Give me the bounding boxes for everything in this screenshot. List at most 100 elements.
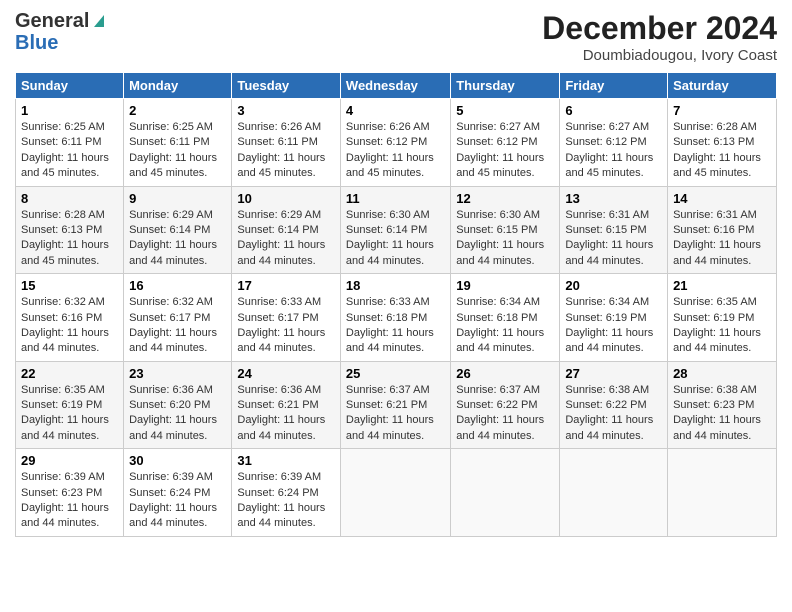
calendar-day-cell: 6 Sunrise: 6:27 AMSunset: 6:12 PMDayligh…: [560, 99, 668, 187]
day-info: Sunrise: 6:37 AMSunset: 6:21 PMDaylight:…: [346, 384, 434, 442]
day-info: Sunrise: 6:39 AMSunset: 6:24 PMDaylight:…: [237, 471, 325, 529]
day-info: Sunrise: 6:36 AMSunset: 6:20 PMDaylight:…: [129, 384, 217, 442]
day-number: 22: [21, 366, 118, 381]
logo: General Blue: [15, 10, 108, 54]
day-info: Sunrise: 6:35 AMSunset: 6:19 PMDaylight:…: [673, 296, 761, 354]
calendar-day-cell: [451, 449, 560, 537]
day-number: 16: [129, 278, 226, 293]
day-info: Sunrise: 6:34 AMSunset: 6:19 PMDaylight:…: [565, 296, 653, 354]
day-info: Sunrise: 6:27 AMSunset: 6:12 PMDaylight:…: [565, 121, 653, 179]
calendar-day-cell: 29 Sunrise: 6:39 AMSunset: 6:23 PMDaylig…: [16, 449, 124, 537]
day-info: Sunrise: 6:33 AMSunset: 6:17 PMDaylight:…: [237, 296, 325, 354]
day-number: 4: [346, 103, 445, 118]
day-info: Sunrise: 6:31 AMSunset: 6:16 PMDaylight:…: [673, 209, 761, 267]
day-number: 27: [565, 366, 662, 381]
day-number: 28: [673, 366, 771, 381]
day-info: Sunrise: 6:27 AMSunset: 6:12 PMDaylight:…: [456, 121, 544, 179]
calendar-day-cell: 23 Sunrise: 6:36 AMSunset: 6:20 PMDaylig…: [124, 361, 232, 449]
calendar-day-cell: 8 Sunrise: 6:28 AMSunset: 6:13 PMDayligh…: [16, 186, 124, 274]
weekday-header-cell: Tuesday: [232, 73, 341, 99]
day-number: 18: [346, 278, 445, 293]
day-info: Sunrise: 6:32 AMSunset: 6:17 PMDaylight:…: [129, 296, 217, 354]
calendar-week-row: 29 Sunrise: 6:39 AMSunset: 6:23 PMDaylig…: [16, 449, 777, 537]
day-info: Sunrise: 6:36 AMSunset: 6:21 PMDaylight:…: [237, 384, 325, 442]
weekday-header-cell: Wednesday: [340, 73, 450, 99]
day-info: Sunrise: 6:30 AMSunset: 6:15 PMDaylight:…: [456, 209, 544, 267]
day-number: 10: [237, 191, 335, 206]
day-number: 5: [456, 103, 554, 118]
logo-general: General: [15, 10, 89, 32]
calendar-day-cell: 27 Sunrise: 6:38 AMSunset: 6:22 PMDaylig…: [560, 361, 668, 449]
calendar-day-cell: 13 Sunrise: 6:31 AMSunset: 6:15 PMDaylig…: [560, 186, 668, 274]
calendar-day-cell: [340, 449, 450, 537]
location-title: Doumbiadougou, Ivory Coast: [542, 47, 777, 64]
calendar-day-cell: 3 Sunrise: 6:26 AMSunset: 6:11 PMDayligh…: [232, 99, 341, 187]
weekday-header-row: SundayMondayTuesdayWednesdayThursdayFrid…: [16, 73, 777, 99]
day-info: Sunrise: 6:28 AMSunset: 6:13 PMDaylight:…: [21, 209, 109, 267]
day-number: 13: [565, 191, 662, 206]
day-number: 1: [21, 103, 118, 118]
weekday-header-cell: Saturday: [668, 73, 777, 99]
day-number: 12: [456, 191, 554, 206]
calendar-table: SundayMondayTuesdayWednesdayThursdayFrid…: [15, 72, 777, 537]
day-info: Sunrise: 6:29 AMSunset: 6:14 PMDaylight:…: [237, 209, 325, 267]
day-number: 15: [21, 278, 118, 293]
calendar-day-cell: 25 Sunrise: 6:37 AMSunset: 6:21 PMDaylig…: [340, 361, 450, 449]
day-info: Sunrise: 6:35 AMSunset: 6:19 PMDaylight:…: [21, 384, 109, 442]
day-number: 3: [237, 103, 335, 118]
weekday-header-cell: Thursday: [451, 73, 560, 99]
calendar-week-row: 1 Sunrise: 6:25 AMSunset: 6:11 PMDayligh…: [16, 99, 777, 187]
day-info: Sunrise: 6:30 AMSunset: 6:14 PMDaylight:…: [346, 209, 434, 267]
day-number: 24: [237, 366, 335, 381]
calendar-day-cell: 14 Sunrise: 6:31 AMSunset: 6:16 PMDaylig…: [668, 186, 777, 274]
calendar-day-cell: 24 Sunrise: 6:36 AMSunset: 6:21 PMDaylig…: [232, 361, 341, 449]
calendar-week-row: 22 Sunrise: 6:35 AMSunset: 6:19 PMDaylig…: [16, 361, 777, 449]
day-info: Sunrise: 6:28 AMSunset: 6:13 PMDaylight:…: [673, 121, 761, 179]
day-info: Sunrise: 6:37 AMSunset: 6:22 PMDaylight:…: [456, 384, 544, 442]
calendar-day-cell: 15 Sunrise: 6:32 AMSunset: 6:16 PMDaylig…: [16, 274, 124, 362]
day-info: Sunrise: 6:25 AMSunset: 6:11 PMDaylight:…: [129, 121, 217, 179]
day-info: Sunrise: 6:38 AMSunset: 6:23 PMDaylight:…: [673, 384, 761, 442]
day-number: 2: [129, 103, 226, 118]
calendar-day-cell: 4 Sunrise: 6:26 AMSunset: 6:12 PMDayligh…: [340, 99, 450, 187]
day-number: 11: [346, 191, 445, 206]
calendar-day-cell: 31 Sunrise: 6:39 AMSunset: 6:24 PMDaylig…: [232, 449, 341, 537]
calendar-day-cell: [668, 449, 777, 537]
day-info: Sunrise: 6:29 AMSunset: 6:14 PMDaylight:…: [129, 209, 217, 267]
day-info: Sunrise: 6:32 AMSunset: 6:16 PMDaylight:…: [21, 296, 109, 354]
day-info: Sunrise: 6:31 AMSunset: 6:15 PMDaylight:…: [565, 209, 653, 267]
calendar-day-cell: 12 Sunrise: 6:30 AMSunset: 6:15 PMDaylig…: [451, 186, 560, 274]
calendar-day-cell: 20 Sunrise: 6:34 AMSunset: 6:19 PMDaylig…: [560, 274, 668, 362]
day-info: Sunrise: 6:26 AMSunset: 6:11 PMDaylight:…: [237, 121, 325, 179]
day-number: 14: [673, 191, 771, 206]
calendar-day-cell: 22 Sunrise: 6:35 AMSunset: 6:19 PMDaylig…: [16, 361, 124, 449]
calendar-week-row: 8 Sunrise: 6:28 AMSunset: 6:13 PMDayligh…: [16, 186, 777, 274]
weekday-header-cell: Friday: [560, 73, 668, 99]
page-header: General Blue December 2024 Doumbiadougou…: [15, 10, 777, 64]
calendar-day-cell: 9 Sunrise: 6:29 AMSunset: 6:14 PMDayligh…: [124, 186, 232, 274]
day-number: 21: [673, 278, 771, 293]
day-number: 8: [21, 191, 118, 206]
day-number: 9: [129, 191, 226, 206]
day-number: 25: [346, 366, 445, 381]
day-number: 17: [237, 278, 335, 293]
calendar-day-cell: 18 Sunrise: 6:33 AMSunset: 6:18 PMDaylig…: [340, 274, 450, 362]
day-info: Sunrise: 6:39 AMSunset: 6:24 PMDaylight:…: [129, 471, 217, 529]
day-info: Sunrise: 6:34 AMSunset: 6:18 PMDaylight:…: [456, 296, 544, 354]
calendar-day-cell: [560, 449, 668, 537]
day-number: 26: [456, 366, 554, 381]
calendar-day-cell: 21 Sunrise: 6:35 AMSunset: 6:19 PMDaylig…: [668, 274, 777, 362]
day-info: Sunrise: 6:38 AMSunset: 6:22 PMDaylight:…: [565, 384, 653, 442]
calendar-body: 1 Sunrise: 6:25 AMSunset: 6:11 PMDayligh…: [16, 99, 777, 537]
day-number: 23: [129, 366, 226, 381]
calendar-day-cell: 28 Sunrise: 6:38 AMSunset: 6:23 PMDaylig…: [668, 361, 777, 449]
calendar-day-cell: 7 Sunrise: 6:28 AMSunset: 6:13 PMDayligh…: [668, 99, 777, 187]
calendar-day-cell: 30 Sunrise: 6:39 AMSunset: 6:24 PMDaylig…: [124, 449, 232, 537]
day-number: 6: [565, 103, 662, 118]
day-info: Sunrise: 6:33 AMSunset: 6:18 PMDaylight:…: [346, 296, 434, 354]
calendar-day-cell: 17 Sunrise: 6:33 AMSunset: 6:17 PMDaylig…: [232, 274, 341, 362]
weekday-header-cell: Monday: [124, 73, 232, 99]
calendar-day-cell: 5 Sunrise: 6:27 AMSunset: 6:12 PMDayligh…: [451, 99, 560, 187]
title-block: December 2024 Doumbiadougou, Ivory Coast: [542, 10, 777, 64]
day-number: 31: [237, 453, 335, 468]
